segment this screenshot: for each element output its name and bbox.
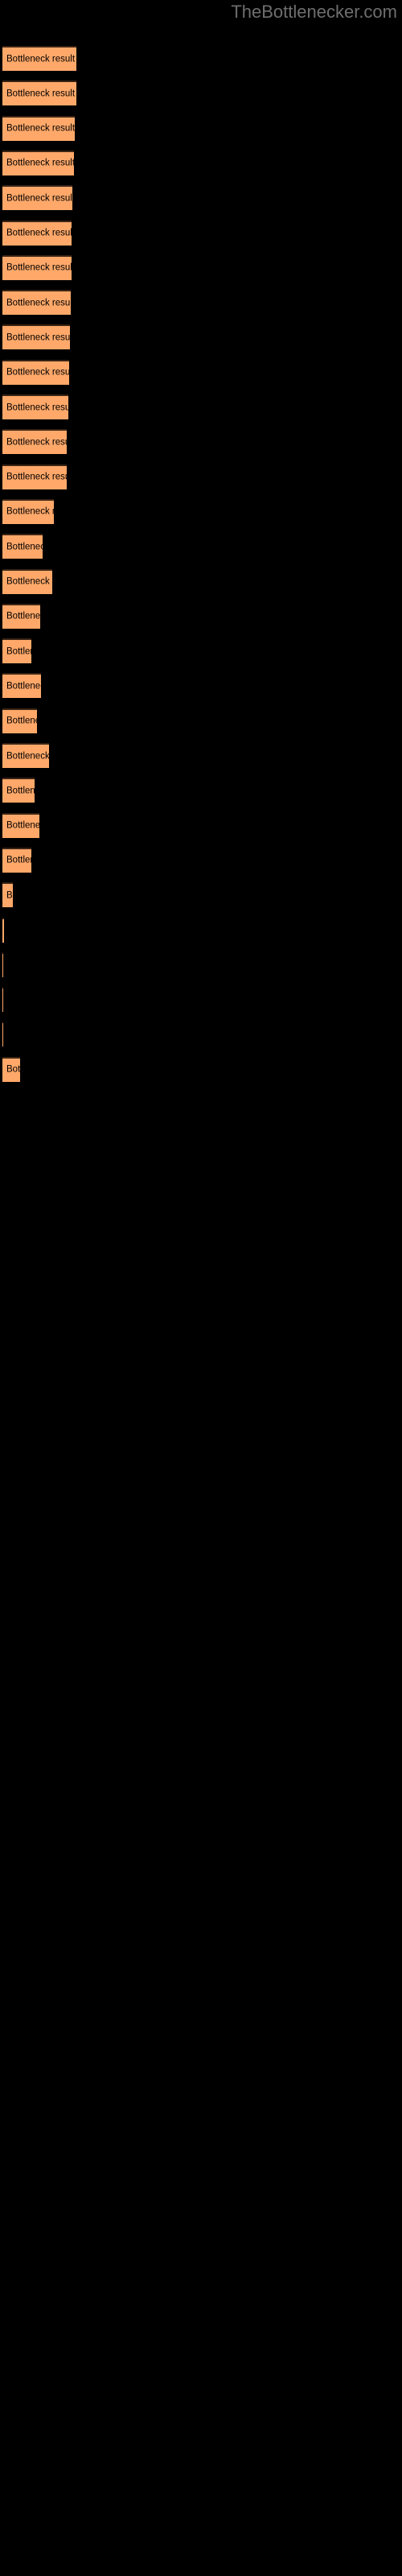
bar[interactable]: Bottleneck result: [2, 324, 70, 350]
bar[interactable]: Bottleneck result: [2, 464, 67, 489]
bar[interactable]: Bottleneck result: [2, 359, 69, 385]
bar[interactable]: Bottleneck result: [2, 812, 39, 838]
bar-label: Bottleneck result: [6, 1064, 20, 1075]
bar[interactable]: Bottleneck result: [2, 220, 72, 246]
bar[interactable]: Bottleneck result: [2, 290, 71, 316]
bar-label: Bottleneck result: [6, 646, 31, 657]
bar-label: Bottleneck result: [6, 716, 37, 726]
bar[interactable]: Bottleneck result: [2, 987, 3, 1013]
bar[interactable]: Bottleneck result: [2, 638, 31, 664]
bar-label: Bottleneck result: [6, 158, 74, 168]
bar-label: Bottleneck result: [6, 751, 49, 761]
bar[interactable]: Bottleneck result: [2, 115, 75, 141]
bar-label: Bottleneck result: [6, 54, 76, 64]
bar[interactable]: Bottleneck result: [2, 952, 3, 977]
bar-row: Bottleneck result: [2, 568, 52, 594]
bar-row: Bottleneck result: [2, 324, 70, 350]
bar-row: Bottleneck result: [2, 464, 67, 489]
bar[interactable]: Bottleneck result: [2, 568, 52, 594]
bar-row: Bottleneck result: [2, 952, 3, 977]
bar-label: Bottleneck result: [6, 542, 43, 552]
bar-label: Bottleneck result: [6, 402, 68, 412]
bar[interactable]: Bottleneck result: [2, 708, 37, 733]
bar-label: Bottleneck result: [6, 89, 76, 99]
bar-label: Bottleneck result: [6, 786, 35, 796]
bar-label: Bottleneck result: [6, 472, 67, 482]
bar-row: Bottleneck result: [2, 359, 69, 385]
bar-label: Bottleneck result: [6, 193, 72, 204]
bar-row: Bottleneck result: [2, 847, 31, 873]
bar-row: Bottleneck result: [2, 812, 39, 838]
bar-label: Bottleneck result: [6, 820, 39, 831]
bar-row: Bottleneck result: [2, 987, 3, 1013]
bar-row: Bottleneck result: [2, 1056, 20, 1082]
bar-label: Bottleneck result: [6, 228, 72, 238]
bar-label: Bottleneck result: [6, 611, 40, 621]
bar[interactable]: Bottleneck result: [2, 673, 41, 699]
bar-row: Bottleneck result: [2, 115, 75, 141]
bar-row: Bottleneck result: [2, 882, 13, 908]
bar-row: Bottleneck result: [2, 603, 40, 629]
bar-row: Bottleneck result: [2, 708, 37, 733]
bar-label: Bottleneck result: [6, 262, 72, 273]
bar-row: Bottleneck result: [2, 498, 54, 524]
bar[interactable]: Bottleneck result: [2, 743, 49, 768]
bar[interactable]: Bottleneck result: [2, 150, 74, 175]
bar-row: Bottleneck result: [2, 46, 76, 71]
bottleneck-bar-chart: Bottleneck result Bottleneck result Bottle…: [0, 0, 402, 2576]
bar-label: Bottleneck result: [6, 367, 69, 378]
bar-label: Bottleneck result: [6, 576, 52, 587]
bar[interactable]: Bottleneck result: [2, 1022, 3, 1047]
bar[interactable]: Bottleneck result: [2, 254, 72, 280]
bar-row: Bottleneck result: [2, 1022, 3, 1047]
bar-row: Bottleneck result: [2, 778, 35, 803]
bar-label: Bottleneck result: [6, 298, 71, 308]
bar[interactable]: Bottleneck result: [2, 185, 72, 211]
bar-row: Bottleneck result: [2, 917, 4, 943]
bar-row: Bottleneck result: [2, 743, 49, 768]
bar[interactable]: Bottleneck result: [2, 498, 54, 524]
bar-label: Bottleneck result: [6, 437, 67, 448]
bar-row: Bottleneck result: [2, 254, 72, 280]
bar-row: Bottleneck result: [2, 185, 72, 211]
bar-row: Bottleneck result: [2, 394, 68, 419]
bar-label: Bottleneck result: [6, 681, 41, 691]
bar-row: Bottleneck result: [2, 429, 67, 455]
bar[interactable]: Bottleneck result: [2, 394, 68, 419]
bar[interactable]: Bottleneck result: [2, 917, 4, 943]
bar-label: Bottleneck result: [6, 506, 54, 517]
bar-row: Bottleneck result: [2, 673, 41, 699]
bar-row: Bottleneck result: [2, 290, 71, 316]
bar[interactable]: Bottleneck result: [2, 847, 31, 873]
bar-row: Bottleneck result: [2, 638, 31, 664]
bar[interactable]: Bottleneck result: [2, 80, 76, 106]
bar[interactable]: Bottleneck result: [2, 46, 76, 71]
bar[interactable]: Bottleneck result: [2, 603, 40, 629]
bar-row: Bottleneck result: [2, 220, 72, 246]
bar-row: Bottleneck result: [2, 150, 74, 175]
bar-label: Bottleneck result: [6, 855, 31, 865]
bar-row: Bottleneck result: [2, 534, 43, 559]
bar-label: Bottleneck result: [6, 123, 75, 134]
bar[interactable]: Bottleneck result: [2, 534, 43, 559]
bar[interactable]: Bottleneck result: [2, 429, 67, 455]
bar-label: Bottleneck result: [6, 890, 13, 901]
bar[interactable]: Bottleneck result: [2, 778, 35, 803]
bar-row: Bottleneck result: [2, 80, 76, 106]
bar[interactable]: Bottleneck result: [2, 1056, 20, 1082]
bar[interactable]: Bottleneck result: [2, 882, 13, 908]
bar-label: Bottleneck result: [6, 332, 70, 343]
